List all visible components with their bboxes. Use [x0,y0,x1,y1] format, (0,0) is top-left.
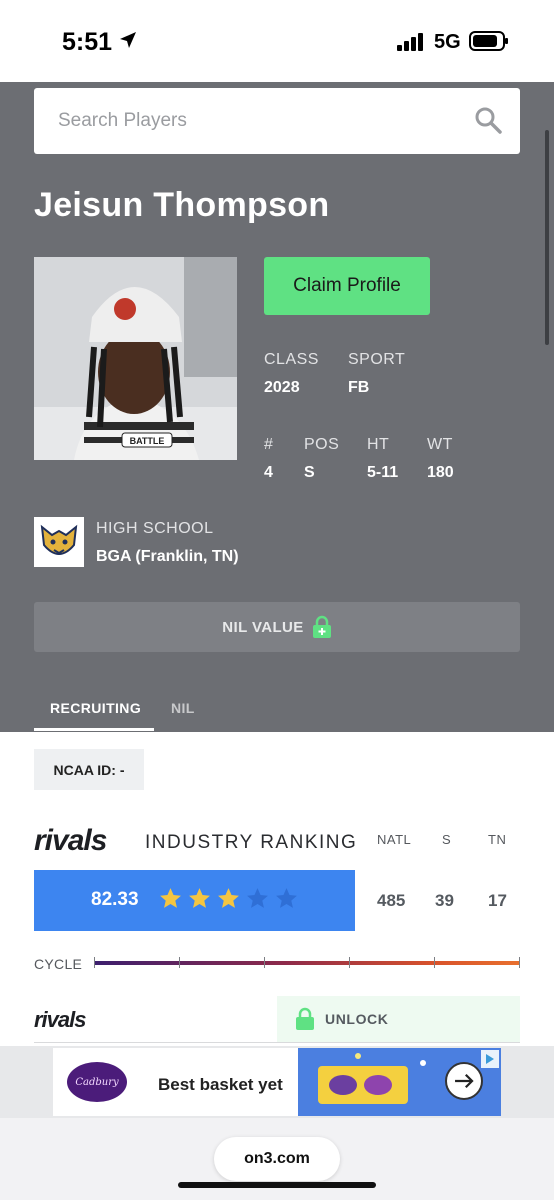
ad-headline: Best basket yet [158,1075,283,1094]
advertisement[interactable]: Cadbury Best basket yet [53,1048,501,1116]
url-bar[interactable]: on3.com [214,1137,340,1181]
ncaa-id-badge: NCAA ID: - [34,749,144,790]
sport-label: SPORT [348,351,406,368]
beanie-text: BATTLE [130,436,165,446]
search-icon[interactable] [474,106,502,134]
cycle-tick [349,957,350,968]
weight-value: 180 [427,464,454,481]
network-type: 5G [434,31,461,53]
nil-value-bar[interactable]: NIL VALUE [34,602,520,652]
scrollbar-thumb[interactable] [545,130,549,345]
position-label: POS [304,436,340,453]
star-filled-icon [218,888,239,908]
high-school-label: HIGH SCHOOL [96,520,214,537]
column-state: S [442,832,452,847]
class-label: CLASS [264,351,319,368]
adchoices-icon[interactable] [481,1050,499,1068]
lock-icon [296,1007,314,1030]
lock-icon [312,615,331,638]
position-value: S [304,464,315,481]
home-indicator[interactable] [178,1182,376,1188]
cycle-tick [264,957,265,968]
number-value: 4 [264,464,273,481]
weight-label: WT [427,436,453,453]
unlock-button[interactable]: UNLOCK [277,996,520,1042]
player-photo: BATTLE [34,257,237,460]
star-empty-icon [247,888,268,908]
search-input[interactable]: Search Players [34,88,520,154]
rank-national: 485 [377,891,406,910]
wildcat-logo-icon [34,517,84,567]
player-photo-illustration: BATTLE [34,257,237,460]
cellular-signal-icon [397,33,423,51]
sport-value: FB [348,379,370,396]
status-time: 5:51 [62,28,113,56]
nil-value-label: NIL VALUE [222,618,304,636]
star-empty-icon [276,888,297,908]
section-divider [34,1042,520,1043]
class-value: 2028 [264,379,300,396]
rivals-logo: rivals [34,824,107,857]
status-bar: 5:51 5G [0,0,554,82]
cycle-tick [519,957,520,968]
column-tn: TN [488,832,507,847]
star-rating [158,886,299,911]
height-label: HT [367,436,390,453]
high-school-value[interactable]: BGA (Franklin, TN) [96,548,239,566]
cycle-tick [434,957,435,968]
rank-state: 39 [435,891,454,910]
industry-ranking-title: INDUSTRY RANKING [145,832,358,853]
rating-value: 82.33 [91,889,139,910]
star-filled-icon [189,888,210,908]
unlock-label: UNLOCK [325,1011,389,1027]
tab-recruiting[interactable]: RECRUITING [50,700,141,716]
battery-icon [469,31,508,51]
school-logo[interactable] [34,517,84,567]
claim-profile-button[interactable]: Claim Profile [264,257,430,315]
number-label: # [264,436,274,453]
height-value: 5-11 [367,464,399,481]
rank-tn: 17 [488,891,507,910]
rivals-logo-secondary: rivals [34,1007,86,1032]
cadbury-logo: Cadbury [67,1062,127,1102]
cycle-tick [94,957,95,968]
cycle-label: CYCLE [34,956,83,972]
cycle-timeline [94,961,520,965]
search-placeholder: Search Players [58,110,187,131]
location-arrow-icon [120,32,136,48]
arrow-right-icon[interactable] [445,1062,483,1100]
cycle-tick [179,957,180,968]
rating-bar: 82.33 [34,870,355,931]
active-tab-indicator [34,728,154,731]
player-name: Jeisun Thompson [34,186,330,224]
column-natl: NATL [377,832,412,847]
star-filled-icon [160,888,181,908]
tab-nil[interactable]: NIL [171,700,195,716]
